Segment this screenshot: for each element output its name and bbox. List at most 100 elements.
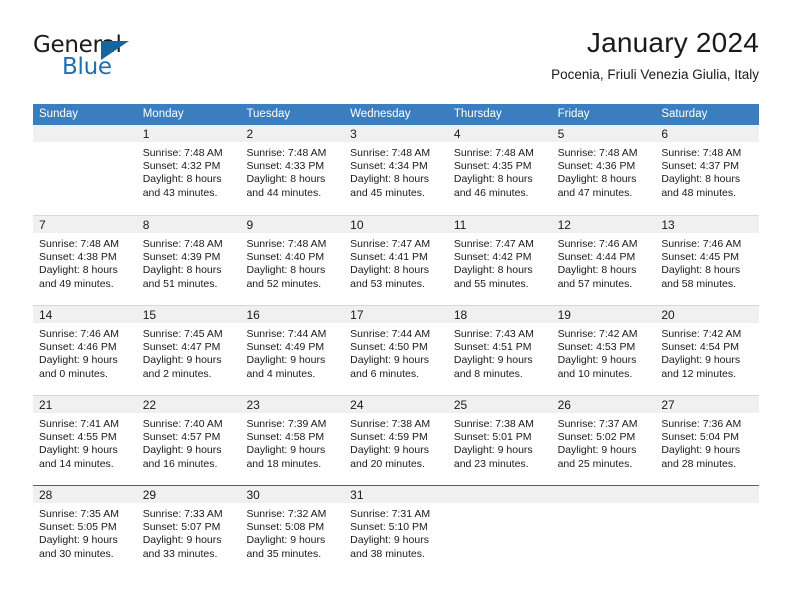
daylight-line-2: and 18 minutes. [246, 457, 322, 470]
day-number-band [655, 486, 760, 503]
day-details: Sunrise: 7:44 AM Sunset: 4:50 PM Dayligh… [344, 323, 448, 381]
day-cell[interactable]: 30 Sunrise: 7:32 AM Sunset: 5:08 PM Dayl… [240, 486, 345, 575]
day-cell[interactable]: 24 Sunrise: 7:38 AM Sunset: 4:59 PM Dayl… [344, 396, 448, 485]
day-cell[interactable]: 20 Sunrise: 7:42 AM Sunset: 4:54 PM Dayl… [655, 306, 760, 395]
week-row: 7 Sunrise: 7:48 AM Sunset: 4:38 PM Dayli… [33, 215, 760, 305]
day-number-band: 23 [240, 396, 345, 413]
daylight-line-1: Daylight: 9 hours [246, 354, 326, 367]
daylight-line-2: and 23 minutes. [453, 457, 529, 470]
day-details: Sunrise: 7:42 AM Sunset: 4:54 PM Dayligh… [655, 323, 759, 381]
page-subtitle: Pocenia, Friuli Venezia Giulia, Italy [551, 67, 759, 82]
daylight-line-1: Daylight: 8 hours [142, 264, 222, 277]
sunrise-line: Sunrise: 7:33 AM [142, 508, 223, 520]
daylight-line-1: Daylight: 9 hours [453, 354, 533, 367]
sunset-line: Sunset: 4:40 PM [246, 251, 325, 264]
day-details: Sunrise: 7:48 AM Sunset: 4:37 PM Dayligh… [655, 142, 759, 200]
day-cell[interactable]: 23 Sunrise: 7:39 AM Sunset: 4:58 PM Dayl… [240, 396, 345, 485]
day-cell[interactable]: 5 Sunrise: 7:48 AM Sunset: 4:36 PM Dayli… [551, 125, 656, 215]
sunset-line: Sunset: 4:53 PM [557, 341, 636, 354]
day-cell[interactable]: 2 Sunrise: 7:48 AM Sunset: 4:33 PM Dayli… [240, 125, 345, 215]
sunset-line: Sunset: 4:55 PM [39, 431, 117, 444]
day-cell[interactable]: 29 Sunrise: 7:33 AM Sunset: 5:07 PM Dayl… [136, 486, 241, 575]
day-details: Sunrise: 7:48 AM Sunset: 4:32 PM Dayligh… [137, 142, 241, 200]
day-details: Sunrise: 7:48 AM Sunset: 4:34 PM Dayligh… [344, 142, 448, 200]
daylight-line-2: and 52 minutes. [246, 277, 322, 290]
day-number-band: 19 [551, 306, 656, 323]
sunset-line: Sunset: 4:47 PM [142, 341, 221, 354]
day-cell[interactable]: 9 Sunrise: 7:48 AM Sunset: 4:40 PM Dayli… [240, 216, 345, 305]
sunset-line: Sunset: 4:41 PM [350, 251, 428, 264]
day-cell[interactable]: 14 Sunrise: 7:46 AM Sunset: 4:46 PM Dayl… [33, 306, 137, 395]
day-cell[interactable]: 21 Sunrise: 7:41 AM Sunset: 4:55 PM Dayl… [33, 396, 137, 485]
day-number: 23 [246, 398, 260, 412]
day-number: 30 [246, 488, 260, 502]
sunrise-line: Sunrise: 7:48 AM [350, 147, 431, 159]
day-cell[interactable]: 4 Sunrise: 7:48 AM Sunset: 4:35 PM Dayli… [447, 125, 552, 215]
week-row: 21 Sunrise: 7:41 AM Sunset: 4:55 PM Dayl… [33, 395, 760, 485]
day-cell[interactable]: 1 Sunrise: 7:48 AM Sunset: 4:32 PM Dayli… [136, 125, 241, 215]
day-cell[interactable]: 11 Sunrise: 7:47 AM Sunset: 4:42 PM Dayl… [447, 216, 552, 305]
day-cell[interactable]: 15 Sunrise: 7:45 AM Sunset: 4:47 PM Dayl… [136, 306, 241, 395]
day-details: Sunrise: 7:32 AM Sunset: 5:08 PM Dayligh… [240, 503, 344, 561]
day-details: Sunrise: 7:41 AM Sunset: 4:55 PM Dayligh… [33, 413, 137, 471]
sunrise-line: Sunrise: 7:42 AM [557, 328, 638, 340]
day-cell[interactable]: 8 Sunrise: 7:48 AM Sunset: 4:39 PM Dayli… [136, 216, 241, 305]
day-number: 18 [453, 308, 468, 322]
day-cell[interactable]: 28 Sunrise: 7:35 AM Sunset: 5:05 PM Dayl… [33, 486, 137, 575]
daylight-line-2: and 16 minutes. [142, 457, 218, 470]
day-cell[interactable]: 13 Sunrise: 7:46 AM Sunset: 4:45 PM Dayl… [655, 216, 760, 305]
day-number-band: 12 [551, 216, 656, 233]
day-number-band: 4 [447, 125, 552, 142]
day-number: 22 [142, 398, 157, 412]
daylight-line-1: Daylight: 8 hours [39, 264, 118, 277]
daylight-line-1: Daylight: 9 hours [246, 444, 326, 457]
daylight-line-2: and 14 minutes. [39, 457, 114, 470]
day-number: 13 [661, 218, 675, 232]
daylight-line-1: Daylight: 9 hours [350, 534, 429, 547]
day-details: Sunrise: 7:48 AM Sunset: 4:38 PM Dayligh… [33, 233, 137, 291]
day-cell[interactable]: 16 Sunrise: 7:44 AM Sunset: 4:49 PM Dayl… [240, 306, 345, 395]
day-cell[interactable]: 12 Sunrise: 7:46 AM Sunset: 4:44 PM Dayl… [551, 216, 656, 305]
day-cell[interactable]: 10 Sunrise: 7:47 AM Sunset: 4:41 PM Dayl… [344, 216, 448, 305]
daylight-line-1: Daylight: 9 hours [350, 354, 429, 367]
day-number: 27 [661, 398, 675, 412]
day-cell[interactable]: 31 Sunrise: 7:31 AM Sunset: 5:10 PM Dayl… [344, 486, 448, 575]
sunrise-line: Sunrise: 7:38 AM [453, 418, 534, 430]
day-number-band: 25 [447, 396, 552, 413]
daylight-line-2: and 55 minutes. [453, 277, 529, 290]
day-cell[interactable]: 26 Sunrise: 7:37 AM Sunset: 5:02 PM Dayl… [551, 396, 656, 485]
day-details: Sunrise: 7:35 AM Sunset: 5:05 PM Dayligh… [33, 503, 137, 561]
sunrise-line: Sunrise: 7:41 AM [39, 418, 119, 430]
day-cell[interactable]: 27 Sunrise: 7:36 AM Sunset: 5:04 PM Dayl… [655, 396, 760, 485]
day-cell[interactable]: 22 Sunrise: 7:40 AM Sunset: 4:57 PM Dayl… [136, 396, 241, 485]
day-cell[interactable]: 18 Sunrise: 7:43 AM Sunset: 4:51 PM Dayl… [447, 306, 552, 395]
sunrise-line: Sunrise: 7:48 AM [246, 238, 327, 250]
day-cell[interactable]: 19 Sunrise: 7:42 AM Sunset: 4:53 PM Dayl… [551, 306, 656, 395]
day-cell[interactable]: 25 Sunrise: 7:38 AM Sunset: 5:01 PM Dayl… [447, 396, 552, 485]
sunset-line: Sunset: 5:07 PM [142, 521, 221, 534]
sunset-line: Sunset: 5:01 PM [453, 431, 532, 444]
daylight-line-1: Daylight: 9 hours [142, 444, 222, 457]
weekday-header-sunday: Sunday [39, 108, 79, 120]
day-number-band: 26 [551, 396, 656, 413]
daylight-line-1: Daylight: 8 hours [246, 173, 326, 186]
day-details: Sunrise: 7:48 AM Sunset: 4:36 PM Dayligh… [552, 142, 656, 200]
daylight-line-1: Daylight: 8 hours [453, 173, 533, 186]
day-number-band: 21 [33, 396, 137, 413]
day-cell[interactable]: 17 Sunrise: 7:44 AM Sunset: 4:50 PM Dayl… [344, 306, 448, 395]
sunset-line: Sunset: 4:51 PM [453, 341, 532, 354]
sunset-line: Sunset: 4:36 PM [557, 160, 636, 173]
daylight-line-1: Daylight: 9 hours [142, 354, 222, 367]
day-number-band: 6 [655, 125, 760, 142]
day-cell[interactable]: 3 Sunrise: 7:48 AM Sunset: 4:34 PM Dayli… [344, 125, 448, 215]
day-cell[interactable]: 7 Sunrise: 7:48 AM Sunset: 4:38 PM Dayli… [33, 216, 137, 305]
day-number-band: 31 [344, 486, 448, 503]
sunrise-line: Sunrise: 7:32 AM [246, 508, 327, 520]
day-details [552, 503, 656, 508]
day-number: 10 [350, 218, 364, 232]
day-details: Sunrise: 7:31 AM Sunset: 5:10 PM Dayligh… [344, 503, 448, 561]
day-number: 6 [661, 127, 668, 141]
day-cell[interactable]: 6 Sunrise: 7:48 AM Sunset: 4:37 PM Dayli… [655, 125, 760, 215]
day-number-band: 18 [447, 306, 552, 323]
general-blue-logo[interactable]: General Blue [33, 32, 143, 88]
